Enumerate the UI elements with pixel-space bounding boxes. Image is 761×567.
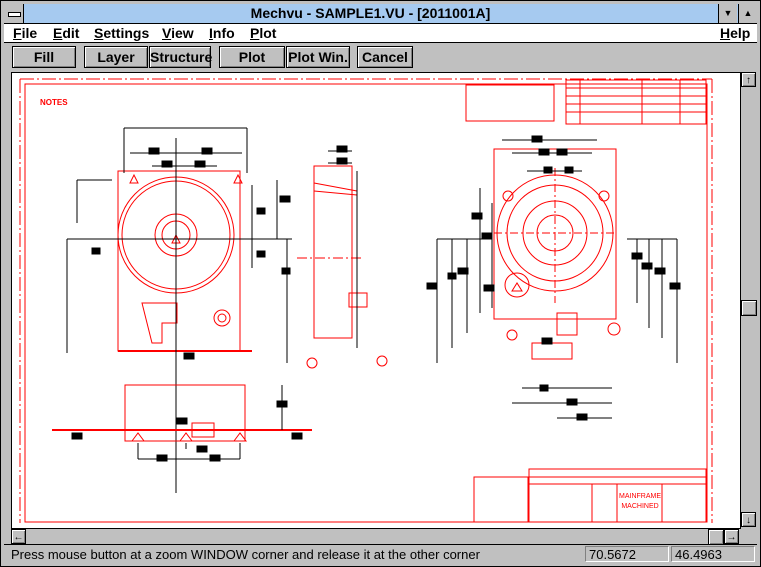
menu-edit-rest: dit bbox=[62, 25, 80, 41]
app-window: Mechvu - SAMPLE1.VU - [2011001A] ▼ ▲ Fil… bbox=[0, 0, 761, 567]
layer-button[interactable]: Layer bbox=[84, 46, 148, 68]
vertical-scrollbar[interactable]: ↑ ↓ bbox=[740, 72, 757, 527]
section-view bbox=[52, 384, 312, 442]
plot-button[interactable]: Plot bbox=[219, 46, 285, 68]
structure-button[interactable]: Structure bbox=[149, 46, 212, 68]
horizontal-scroll-thumb[interactable] bbox=[708, 529, 724, 545]
scroll-down-button[interactable]: ↓ bbox=[741, 512, 756, 527]
title-block-part-name-1: MAINFRAME bbox=[619, 493, 661, 500]
toolbar: Fill Layer Structure Plot Plot Win. Canc… bbox=[4, 43, 757, 71]
cad-drawing: NOTES MAINFRAME MACHINED bbox=[19, 78, 713, 523]
system-menu-icon bbox=[8, 12, 21, 17]
side-view-dimensions bbox=[328, 145, 358, 348]
maximize-button[interactable]: ▲ bbox=[738, 4, 757, 23]
scroll-right-button[interactable]: → bbox=[724, 529, 739, 544]
arrow-right-icon: → bbox=[726, 532, 737, 543]
front-view-dimensions bbox=[66, 127, 292, 493]
menu-plot-accel: P bbox=[250, 25, 260, 41]
menu-info-rest: nfo bbox=[212, 25, 235, 41]
title-bar[interactable]: Mechvu - SAMPLE1.VU - [2011001A] ▼ ▲ bbox=[4, 4, 757, 24]
cancel-button[interactable]: Cancel bbox=[357, 46, 413, 68]
y-coordinate: 46.4963 bbox=[671, 546, 755, 562]
menu-help[interactable]: Help bbox=[720, 24, 750, 42]
menu-settings-accel: S bbox=[94, 25, 104, 41]
notes-block bbox=[465, 79, 707, 125]
fill-button[interactable]: Fill bbox=[12, 46, 76, 68]
arrow-up-icon: ↑ bbox=[746, 75, 751, 86]
minimize-icon: ▼ bbox=[723, 8, 733, 18]
window-title: Mechvu - SAMPLE1.VU - [2011001A] bbox=[250, 5, 491, 21]
minimize-button[interactable]: ▼ bbox=[718, 4, 737, 23]
status-message: Press mouse button at a zoom WINDOW corn… bbox=[11, 547, 480, 562]
menu-file-accel: F bbox=[13, 25, 22, 41]
x-coordinate: 70.5672 bbox=[585, 546, 669, 562]
menu-plot-rest: lot bbox=[259, 25, 277, 41]
top-view-dimensions bbox=[426, 135, 681, 421]
menu-file-rest: ile bbox=[21, 25, 38, 41]
menu-file[interactable]: File bbox=[13, 24, 37, 42]
menu-bar: File Edit Settings View Info Plot Help bbox=[4, 24, 757, 43]
plot-window-button[interactable]: Plot Win. bbox=[286, 46, 350, 68]
menu-info[interactable]: Info bbox=[209, 24, 235, 42]
notes-label: NOTES bbox=[40, 98, 68, 107]
scroll-up-button[interactable]: ↑ bbox=[741, 72, 756, 87]
top-view bbox=[493, 148, 621, 360]
system-menu-button[interactable] bbox=[4, 4, 24, 23]
status-bar: Press mouse button at a zoom WINDOW corn… bbox=[4, 544, 757, 565]
menu-settings[interactable]: Settings bbox=[94, 24, 149, 42]
menu-settings-rest: ettings bbox=[103, 25, 150, 41]
title-block[interactable] bbox=[473, 468, 707, 523]
side-view bbox=[297, 165, 388, 369]
maximize-icon: ▲ bbox=[743, 8, 753, 18]
scroll-left-button[interactable]: ← bbox=[11, 529, 26, 544]
front-view bbox=[117, 170, 252, 352]
menu-view[interactable]: View bbox=[162, 24, 194, 42]
arrow-left-icon: ← bbox=[13, 532, 24, 543]
menu-view-accel: V bbox=[162, 25, 172, 41]
menu-view-rest: iew bbox=[171, 25, 194, 41]
menu-edit[interactable]: Edit bbox=[53, 24, 79, 42]
menu-plot[interactable]: Plot bbox=[250, 24, 276, 42]
title-block-part-name-2: MACHINED bbox=[621, 503, 658, 510]
menu-help-rest: elp bbox=[730, 25, 751, 41]
menu-help-accel: H bbox=[720, 25, 731, 41]
arrow-down-icon: ↓ bbox=[746, 515, 751, 526]
menu-edit-accel: E bbox=[53, 25, 63, 41]
vertical-scroll-thumb[interactable] bbox=[741, 299, 757, 316]
horizontal-scrollbar[interactable]: ← → bbox=[11, 528, 739, 545]
drawing-canvas[interactable]: NOTES MAINFRAME MACHINED bbox=[11, 72, 741, 529]
